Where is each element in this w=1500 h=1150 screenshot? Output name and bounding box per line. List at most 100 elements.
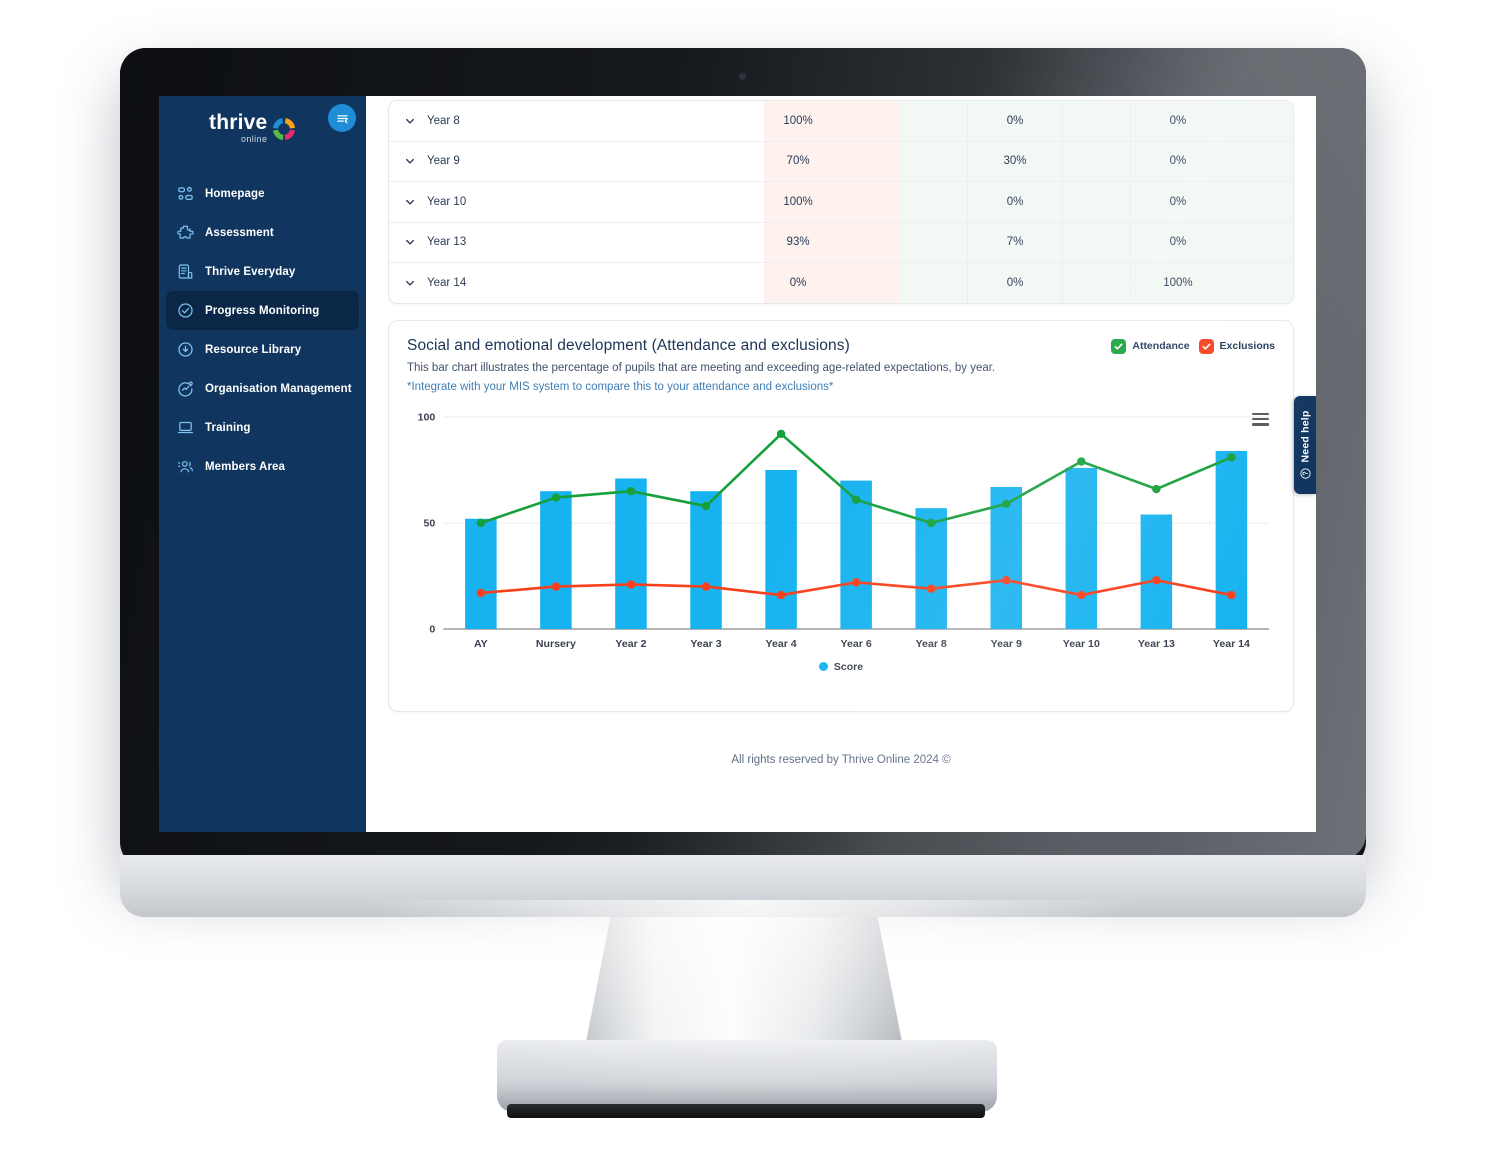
- x-axis-tick-label: Year 13: [1138, 638, 1175, 650]
- sidebar-nav: Homepage Assessment Thrive Everyday Prog…: [159, 174, 366, 486]
- chart-bar[interactable]: [465, 518, 497, 629]
- sidebar-item-homepage[interactable]: Homepage: [166, 174, 359, 213]
- check-icon: [1202, 343, 1210, 350]
- chart-point[interactable]: [701, 581, 711, 591]
- chart-point[interactable]: [1002, 575, 1011, 584]
- chart-bar[interactable]: [1215, 450, 1248, 629]
- chart-bar[interactable]: [615, 477, 647, 629]
- chart-point[interactable]: [476, 518, 486, 527]
- chart-point[interactable]: [776, 590, 786, 599]
- sidebar-collapse-button[interactable]: [328, 104, 356, 132]
- thrive-logo[interactable]: thrive online: [209, 112, 297, 144]
- attendance-checkbox[interactable]: [1111, 338, 1127, 354]
- score-legend-label: Score: [833, 660, 864, 673]
- table-row[interactable]: Year 13 93% 7% 0%: [389, 222, 1293, 263]
- cell-col4: 100%: [1129, 262, 1226, 303]
- x-axis-tick-label: Year 10: [1063, 638, 1100, 650]
- cell-col2: [831, 262, 900, 303]
- sidebar: thrive online Homepage Assessment Thrive…: [159, 96, 366, 832]
- webcam-icon: [738, 72, 747, 81]
- laptop-icon: [177, 421, 194, 434]
- chart-card: Social and emotional development (Attend…: [388, 319, 1294, 712]
- chart-point[interactable]: [1077, 590, 1086, 599]
- chart-point[interactable]: [626, 486, 636, 495]
- chart-point[interactable]: [851, 577, 861, 587]
- table-row[interactable]: Year 14 0% 0% 100%: [389, 262, 1293, 303]
- question-circle-icon: [1299, 468, 1311, 479]
- chevron-down-icon[interactable]: [404, 155, 416, 167]
- y-axis-tick-label: 50: [423, 517, 435, 529]
- chart-bar[interactable]: [765, 469, 797, 629]
- y-axis-tick-label: 100: [418, 411, 436, 423]
- row-label-cell: Year 8: [389, 101, 765, 142]
- exclusions-checkbox[interactable]: [1198, 338, 1214, 354]
- sidebar-item-training[interactable]: Training: [166, 408, 359, 447]
- main-content: Year 8 100% 0% 0% Year 9 70% 30% 0% Year…: [366, 96, 1316, 832]
- chart-bar[interactable]: [540, 490, 572, 629]
- chart-bar[interactable]: [990, 486, 1023, 629]
- legend-attendance[interactable]: Attendance: [1111, 338, 1190, 354]
- chart-menu-icon[interactable]: [1252, 412, 1269, 429]
- need-help-tab[interactable]: Need help: [1294, 396, 1316, 494]
- chart-bar[interactable]: [1140, 514, 1173, 629]
- chart-point[interactable]: [551, 492, 561, 502]
- cell-col5: [1225, 181, 1293, 223]
- table-row[interactable]: Year 8 100% 0% 0%: [389, 101, 1293, 142]
- chevron-down-icon[interactable]: [404, 115, 416, 127]
- cell-spacer2: [1061, 141, 1131, 182]
- table-row[interactable]: Year 9 70% 30% 0%: [389, 141, 1293, 182]
- row-label-cell: Year 10: [389, 181, 765, 223]
- chart-bottom-legend[interactable]: Score: [407, 661, 1275, 673]
- x-axis-tick-label: Year 9: [991, 638, 1022, 650]
- cell-col1: 70%: [764, 141, 832, 182]
- cell-col4: 0%: [1129, 181, 1226, 223]
- chart-svg[interactable]: 0 50 100 AY Nursery Year 2 Year 3 Year 4 Year 6 Y…: [407, 407, 1275, 657]
- chart-point[interactable]: [701, 501, 711, 510]
- chart-point[interactable]: [776, 429, 786, 438]
- chart-header: Social and emotional development (Attend…: [407, 337, 1275, 355]
- chart-point[interactable]: [926, 584, 936, 593]
- app-window: thrive online Homepage Assessment Thrive…: [159, 96, 1316, 832]
- sidebar-item-label: Training: [205, 421, 251, 434]
- sidebar-item-resource-library[interactable]: Resource Library: [166, 330, 359, 369]
- year-breakdown-table: Year 8 100% 0% 0% Year 9 70% 30% 0% Year…: [389, 101, 1293, 303]
- chart-point[interactable]: [551, 581, 561, 591]
- legend-exclusions[interactable]: Exclusions: [1198, 338, 1275, 354]
- cell-col1: 100%: [764, 181, 832, 223]
- download-circle-icon: [178, 342, 193, 357]
- chevron-down-icon[interactable]: [404, 196, 416, 208]
- sidebar-item-members-area[interactable]: Members Area: [166, 447, 359, 486]
- chart-point[interactable]: [1227, 590, 1236, 599]
- chart-bar[interactable]: [1065, 467, 1098, 629]
- chart-point[interactable]: [476, 588, 486, 597]
- chart-bar[interactable]: [690, 490, 722, 629]
- sidebar-item-thrive-everyday[interactable]: Thrive Everyday: [166, 252, 359, 291]
- monitor-chin: [120, 855, 1366, 917]
- sidebar-item-assessment[interactable]: Assessment: [166, 213, 359, 252]
- document-icon: [178, 264, 193, 279]
- x-axis-tick-label: Year 14: [1213, 638, 1250, 650]
- row-label: Year 9: [427, 155, 460, 168]
- year-breakdown-table-card: Year 8 100% 0% 0% Year 9 70% 30% 0% Year…: [388, 100, 1294, 304]
- cell-col1: 100%: [764, 101, 832, 142]
- chevron-down-icon[interactable]: [404, 236, 416, 248]
- chart-point[interactable]: [851, 494, 861, 504]
- content-padding: Year 8 100% 0% 0% Year 9 70% 30% 0% Year…: [366, 100, 1316, 766]
- chart-point[interactable]: [626, 579, 636, 589]
- chart-point[interactable]: [1002, 499, 1011, 508]
- logo-text: thrive online: [209, 112, 267, 144]
- chevron-down-icon[interactable]: [404, 277, 416, 289]
- monitor-stand-neck: [585, 917, 903, 1047]
- row-label-cell: Year 14: [389, 263, 764, 303]
- footer-text: All rights reserved by Thrive Online 202…: [731, 753, 951, 766]
- chart-point[interactable]: [1227, 452, 1236, 461]
- sidebar-item-progress-monitoring[interactable]: Progress Monitoring: [166, 291, 359, 330]
- chart-note: *Integrate with your MIS system to compa…: [407, 380, 834, 393]
- table-row[interactable]: Year 10 100% 0% 0%: [389, 181, 1293, 223]
- x-axis-tick-label: Year 2: [615, 638, 646, 650]
- chart-point[interactable]: [1152, 575, 1161, 584]
- chart-point[interactable]: [1152, 484, 1161, 493]
- chart-point[interactable]: [1077, 456, 1086, 466]
- sidebar-item-organisation-management[interactable]: Organisation Management: [166, 369, 359, 408]
- chart-point[interactable]: [926, 518, 936, 527]
